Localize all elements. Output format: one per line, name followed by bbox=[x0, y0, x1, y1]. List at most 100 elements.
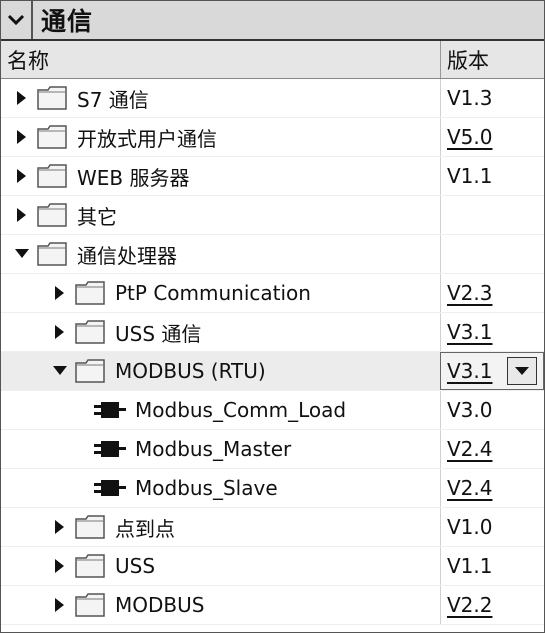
tree-row-version-cell: V3.1 bbox=[440, 313, 544, 351]
tree-row[interactable]: 通信处理器 bbox=[1, 235, 544, 274]
tree-row-name-cell: WEB 服务器 bbox=[1, 157, 440, 195]
tree-row[interactable]: Modbus_Slave V2.4 bbox=[1, 469, 544, 508]
tree-row-version-cell bbox=[440, 235, 544, 273]
tree-row-name-cell: 开放式用户通信 bbox=[1, 118, 440, 156]
tree-row-version-cell: V2.3 bbox=[440, 274, 544, 312]
tree-row-version: V1.0 bbox=[447, 515, 493, 539]
tree-list: S7 通信 V1.3 开放式用户通信 V5.0 WEB 服务器 V1.1 其它通信处理器 Pt… bbox=[1, 79, 544, 625]
column-header-row: 名称 版本 bbox=[1, 41, 544, 79]
collapsed-triangle-icon[interactable] bbox=[53, 559, 67, 573]
folder-icon bbox=[75, 593, 105, 617]
tree-row-version: V1.1 bbox=[447, 554, 493, 578]
tree-row-version: V2.4 bbox=[447, 476, 493, 500]
folder-icon bbox=[75, 554, 105, 578]
tree-row-version-cell bbox=[440, 196, 544, 234]
column-header-version[interactable]: 版本 bbox=[440, 41, 544, 78]
tree-row-version: V3.1 bbox=[447, 320, 493, 344]
tree-row-version-cell: V2.4 bbox=[440, 469, 544, 507]
tree-row-label: 通信处理器 bbox=[77, 243, 177, 268]
tree-row-version-cell: V2.4 bbox=[440, 430, 544, 468]
tree-row-label: Modbus_Master bbox=[135, 437, 292, 461]
tree-row-version: V2.3 bbox=[447, 281, 493, 305]
dropdown-arrow-icon[interactable] bbox=[507, 357, 537, 385]
tree-row-label: 点到点 bbox=[115, 516, 175, 541]
folder-icon bbox=[37, 203, 67, 227]
tree-row-version-cell: V1.0 bbox=[440, 508, 544, 546]
tree-row-version-cell: V2.2 bbox=[440, 586, 544, 624]
tree-row-version-cell: V3.0 bbox=[440, 391, 544, 429]
tree-row-version: V3.0 bbox=[447, 398, 493, 422]
folder-icon bbox=[37, 86, 67, 110]
tree-row-version: V1.3 bbox=[447, 86, 493, 110]
collapsed-triangle-icon[interactable] bbox=[15, 208, 29, 222]
tree-row-name-cell: 点到点 bbox=[1, 508, 440, 546]
tree-row-name-cell: 通信处理器 bbox=[1, 235, 440, 273]
tree-row-label: 其它 bbox=[77, 204, 117, 229]
collapsed-triangle-icon[interactable] bbox=[15, 169, 29, 183]
version-select[interactable]: V3.1 bbox=[440, 352, 544, 390]
collapsed-triangle-icon[interactable] bbox=[53, 520, 67, 534]
tree-row-version-cell: V5.0 bbox=[440, 118, 544, 156]
function-block-icon bbox=[93, 439, 127, 459]
tree-row[interactable]: USS V1.1 bbox=[1, 547, 544, 586]
tree-row[interactable]: S7 通信 V1.3 bbox=[1, 79, 544, 118]
tree-row[interactable]: WEB 服务器 V1.1 bbox=[1, 157, 544, 196]
tree-row-name-cell: 其它 bbox=[1, 196, 440, 234]
collapsed-triangle-icon[interactable] bbox=[53, 286, 67, 300]
tree-row-name-cell: MODBUS (RTU) bbox=[1, 352, 440, 390]
tree-row-label: USS bbox=[115, 554, 156, 578]
function-block-icon bbox=[93, 478, 127, 498]
tree-row[interactable]: MODBUS V2.2 bbox=[1, 586, 544, 625]
folder-icon bbox=[75, 320, 105, 344]
collapsed-triangle-icon[interactable] bbox=[15, 91, 29, 105]
tree-row[interactable]: USS 通信 V3.1 bbox=[1, 313, 544, 352]
tree-row-version-cell: V1.1 bbox=[440, 547, 544, 585]
panel-title: 通信 bbox=[41, 7, 94, 36]
tree-row[interactable]: Modbus_Comm_Load V3.0 bbox=[1, 391, 544, 430]
collapsed-triangle-icon[interactable] bbox=[53, 598, 67, 612]
tree-row-name-cell: Modbus_Comm_Load bbox=[1, 391, 440, 429]
function-block-icon bbox=[93, 400, 127, 420]
tree-row[interactable]: 其它 bbox=[1, 196, 544, 235]
tree-row-label: S7 通信 bbox=[77, 87, 149, 112]
tree-row-name-cell: USS 通信 bbox=[1, 313, 440, 351]
tree-row-name-cell: Modbus_Slave bbox=[1, 469, 440, 507]
tree-row-name-cell: MODBUS bbox=[1, 586, 440, 624]
tree-row-version: V2.4 bbox=[447, 437, 493, 461]
tree-row-version-cell: V1.3 bbox=[440, 79, 544, 117]
tree-row-label: WEB 服务器 bbox=[77, 165, 190, 190]
tree-row-label: MODBUS bbox=[115, 593, 205, 617]
tree-row-version: V5.0 bbox=[447, 125, 493, 149]
column-header-name[interactable]: 名称 bbox=[1, 45, 440, 75]
collapsed-triangle-icon[interactable] bbox=[53, 325, 67, 339]
communication-panel: 通信 名称 版本 S7 通信 V1.3 开放式用户通信 V5.0 WEB 服务器 V1.1… bbox=[0, 0, 545, 633]
collapse-chevron-icon[interactable] bbox=[1, 1, 33, 39]
tree-row-name-cell: S7 通信 bbox=[1, 79, 440, 117]
collapsed-triangle-icon[interactable] bbox=[15, 130, 29, 144]
tree-row[interactable]: 点到点 V1.0 bbox=[1, 508, 544, 547]
tree-row-version-cell: V1.1 bbox=[440, 157, 544, 195]
tree-row-label: Modbus_Comm_Load bbox=[135, 398, 347, 422]
tree-row-version: V2.2 bbox=[447, 593, 493, 617]
tree-row-label: 开放式用户通信 bbox=[77, 126, 217, 151]
panel-header[interactable]: 通信 bbox=[1, 1, 544, 41]
tree-row-version: V3.1 bbox=[447, 359, 493, 383]
folder-icon bbox=[37, 164, 67, 188]
expanded-triangle-icon[interactable] bbox=[53, 364, 67, 378]
tree-row-label: PtP Communication bbox=[115, 281, 311, 305]
expanded-triangle-icon[interactable] bbox=[15, 247, 29, 261]
tree-row-label: USS 通信 bbox=[115, 321, 202, 346]
tree-row[interactable]: Modbus_Master V2.4 bbox=[1, 430, 544, 469]
tree-row-name-cell: Modbus_Master bbox=[1, 430, 440, 468]
tree-row[interactable]: MODBUS (RTU) V3.1 bbox=[1, 352, 544, 391]
folder-icon bbox=[37, 125, 67, 149]
tree-row-label: MODBUS (RTU) bbox=[115, 359, 266, 383]
folder-icon bbox=[75, 281, 105, 305]
tree-row[interactable]: 开放式用户通信 V5.0 bbox=[1, 118, 544, 157]
tree-row-name-cell: PtP Communication bbox=[1, 274, 440, 312]
folder-icon bbox=[75, 359, 105, 383]
tree-row-name-cell: USS bbox=[1, 547, 440, 585]
tree-row-version: V1.1 bbox=[447, 164, 493, 188]
tree-row-label: Modbus_Slave bbox=[135, 476, 278, 500]
tree-row[interactable]: PtP Communication V2.3 bbox=[1, 274, 544, 313]
